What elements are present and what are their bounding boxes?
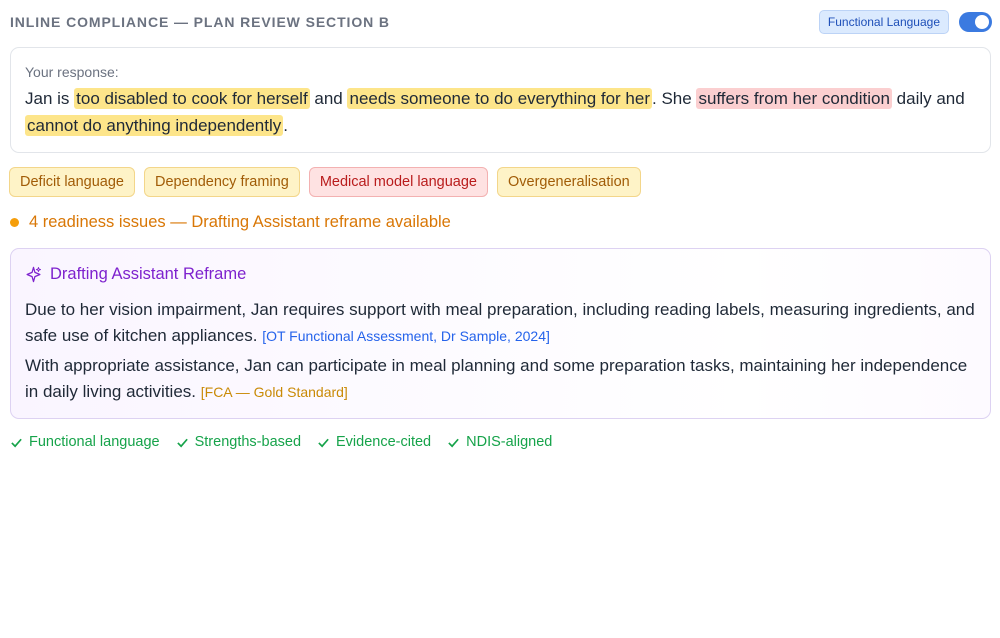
check-functional-language: Functional language xyxy=(10,434,160,450)
response-segment: . She xyxy=(652,89,697,108)
functional-language-toggle[interactable] xyxy=(959,12,992,32)
checkmark-icon xyxy=(318,438,329,447)
check-label: Strengths-based xyxy=(194,434,302,450)
dependency-highlight[interactable]: needs someone to do everything for her xyxy=(347,88,653,109)
compliance-checks: Functional language Strengths-based Evid… xyxy=(10,432,552,452)
toggle-knob xyxy=(975,15,989,29)
page-title: INLINE COMPLIANCE — PLAN REVIEW SECTION … xyxy=(10,14,390,30)
sparkle-icon xyxy=(26,266,42,283)
citation-link[interactable]: [FCA — Gold Standard] xyxy=(201,384,348,400)
check-ndis-aligned: NDIS-aligned xyxy=(447,434,552,450)
readiness-issues[interactable]: 4 readiness issues — Drafting Assistant … xyxy=(10,212,451,232)
response-segment: Jan is xyxy=(25,89,75,108)
medical-model-highlight[interactable]: suffers from her condition xyxy=(696,88,892,109)
header-controls: Functional Language xyxy=(818,10,992,34)
check-label: NDIS-aligned xyxy=(466,434,553,450)
reframe-card: Drafting Assistant Reframe Due to her vi… xyxy=(10,248,991,419)
tag-deficit-language[interactable]: Deficit language xyxy=(9,167,135,197)
check-evidence-cited: Evidence-cited xyxy=(317,434,431,450)
response-label: Your response: xyxy=(25,64,119,80)
reframe-header: Drafting Assistant Reframe xyxy=(25,265,976,284)
reframe-paragraph-text: With appropriate assistance, Jan can par… xyxy=(25,356,968,401)
reframe-paragraph[interactable]: Due to her vision impairment, Jan requir… xyxy=(25,297,976,349)
checkmark-icon xyxy=(11,438,22,447)
checkmark-icon xyxy=(176,438,188,447)
overgeneralisation-highlight[interactable]: cannot do anything independently xyxy=(25,114,284,136)
reframe-paragraph[interactable]: With appropriate assistance, Jan can par… xyxy=(25,353,976,405)
readiness-issues-text: 4 readiness issues — Drafting Assistant … xyxy=(29,212,451,231)
tag-overgeneralisation[interactable]: Overgeneralisation xyxy=(497,167,641,197)
warning-dot-icon xyxy=(10,217,19,227)
response-card: Your response: Jan is too disabled to co… xyxy=(10,47,991,153)
check-strengths-based: Strengths-based xyxy=(176,434,301,450)
tag-dependency-framing[interactable]: Dependency framing xyxy=(144,167,300,197)
check-label: Evidence-cited xyxy=(336,434,432,450)
tag-medical-model-language[interactable]: Medical model language xyxy=(308,167,488,197)
checkmark-icon xyxy=(448,438,459,447)
reframe-title: Drafting Assistant Reframe xyxy=(50,265,247,283)
header: INLINE COMPLIANCE — PLAN REVIEW SECTION … xyxy=(10,10,992,34)
citation-link[interactable]: [OT Functional Assessment, Dr Sample, 20… xyxy=(262,328,550,344)
response-segment: daily and xyxy=(891,89,965,108)
response-segment: and xyxy=(309,89,348,108)
response-segment: . xyxy=(283,115,288,135)
mode-badge[interactable]: Functional Language xyxy=(818,10,949,34)
compliance-panel: INLINE COMPLIANCE — PLAN REVIEW SECTION … xyxy=(0,0,1000,638)
deficit-highlight[interactable]: too disabled to cook for herself xyxy=(74,88,310,109)
response-text[interactable]: Jan is too disabled to cook for herself … xyxy=(25,86,976,139)
issue-tags: Deficit language Dependency framing Medi… xyxy=(9,167,641,197)
check-label: Functional language xyxy=(29,434,160,450)
